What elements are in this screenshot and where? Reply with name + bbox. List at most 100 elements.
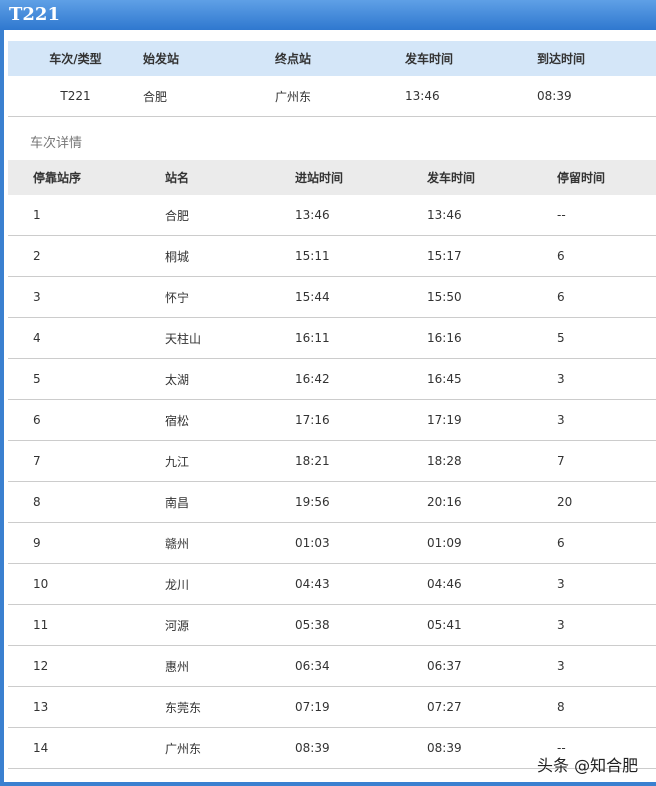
table-cell: 15:50 (427, 290, 462, 304)
table-cell: 19:56 (295, 495, 330, 509)
table-cell: 龙川 (165, 577, 190, 592)
section-label: 车次详情 (30, 136, 83, 151)
table-cell: 04:43 (295, 577, 330, 591)
table-cell: 14 (33, 741, 49, 755)
table-cell: 07:19 (295, 700, 330, 714)
table-cell: 东莞东 (165, 700, 202, 715)
table-row: 11 河源 05:38 05:41 3 (8, 605, 656, 646)
table-cell: 6 (33, 413, 41, 427)
summary-value-cell: 合肥 (143, 89, 168, 104)
table-row: 6 宿松 17:16 17:19 3 (8, 400, 656, 441)
table-row: 1 合肥 13:46 13:46 -- (8, 195, 656, 236)
details-header-cell: 进站时间 (295, 171, 344, 185)
details-header-cell: 站名 (165, 171, 190, 185)
table-cell: 17:19 (427, 413, 462, 427)
table-cell: 河源 (165, 618, 190, 633)
bottom-border (0, 782, 656, 786)
table-row: 8 南昌 19:56 20:16 20 (8, 482, 656, 523)
summary-row: T221 合肥 广州东 13:46 08:39 (8, 76, 656, 117)
table-cell: 20:16 (427, 495, 462, 509)
table-cell: 1 (33, 208, 41, 222)
table-cell: 5 (33, 372, 41, 386)
table-cell: 15:11 (295, 249, 330, 263)
details-header-cell: 停留时间 (557, 171, 606, 185)
table-cell: 8 (557, 700, 565, 714)
summary-header-cell: 车次/类型 (49, 52, 102, 66)
table-row: 3 怀宁 15:44 15:50 6 (8, 277, 656, 318)
table-row: 4 天柱山 16:11 16:16 5 (8, 318, 656, 359)
table-row: 12 惠州 06:34 06:37 3 (8, 646, 656, 687)
table-cell: 桐城 (165, 249, 190, 264)
table-cell: 3 (557, 659, 565, 673)
summary-header-cell: 始发站 (143, 52, 180, 66)
watermark: 头条 @知合肥 (537, 756, 639, 775)
summary-value-cell: 广州东 (275, 89, 312, 104)
table-cell: 07:27 (427, 700, 462, 714)
details-header: 停靠站序 站名 进站时间 发车时间 停留时间 (8, 160, 656, 195)
table-cell: 15:44 (295, 290, 330, 304)
table-cell: 南昌 (165, 495, 190, 510)
page-title: T221 (0, 0, 656, 30)
table-cell: 太湖 (165, 372, 190, 387)
table-cell: 13 (33, 700, 49, 714)
table-cell: 6 (557, 536, 565, 550)
summary-value-cell: T221 (60, 89, 91, 103)
summary-header: 车次/类型 始发站 终点站 发车时间 到达时间 (8, 41, 656, 76)
table-cell: 06:34 (295, 659, 330, 673)
table-cell: 01:09 (427, 536, 462, 550)
details-header-cell: 发车时间 (427, 171, 476, 185)
table-cell: 08:39 (427, 741, 462, 755)
details-header-cell: 停靠站序 (33, 171, 82, 185)
summary-header-cell: 终点站 (275, 52, 312, 66)
table-row: 5 太湖 16:42 16:45 3 (8, 359, 656, 400)
table-cell: 16:45 (427, 372, 462, 386)
table-cell: 3 (557, 413, 565, 427)
table-cell: 08:39 (295, 741, 330, 755)
table-cell: 3 (33, 290, 41, 304)
table-cell: 06:37 (427, 659, 462, 673)
table-cell: 05:41 (427, 618, 462, 632)
table-cell: 01:03 (295, 536, 330, 550)
table-cell: 3 (557, 577, 565, 591)
table-cell: 16:11 (295, 331, 330, 345)
table-cell: 10 (33, 577, 49, 591)
table-cell: 5 (557, 331, 565, 345)
table-cell: 惠州 (165, 659, 190, 674)
table-cell: 九江 (165, 454, 190, 469)
table-cell: 合肥 (165, 208, 190, 223)
table-cell: 6 (557, 290, 565, 304)
summary-value-cell: 08:39 (537, 89, 572, 103)
table-cell: 04:46 (427, 577, 462, 591)
table-cell: 怀宁 (165, 290, 190, 305)
table-cell: 宿松 (165, 413, 190, 428)
table-cell: 6 (557, 249, 565, 263)
table-cell: -- (557, 208, 566, 222)
table-cell: 16:16 (427, 331, 462, 345)
table-cell: 15:17 (427, 249, 462, 263)
table-row: 10 龙川 04:43 04:46 3 (8, 564, 656, 605)
table-cell: 3 (557, 618, 565, 632)
table-cell: 4 (33, 331, 41, 345)
table-cell: 20 (557, 495, 573, 509)
table-cell: 12 (33, 659, 49, 673)
table-cell: 05:38 (295, 618, 330, 632)
table-cell: 2 (33, 249, 41, 263)
table-row: 13 东莞东 07:19 07:27 8 (8, 687, 656, 728)
table-cell: 赣州 (165, 536, 190, 551)
table-cell: 18:28 (427, 454, 462, 468)
table-cell: 13:46 (427, 208, 462, 222)
summary-header-cell: 发车时间 (405, 52, 454, 66)
table-row: 7 九江 18:21 18:28 7 (8, 441, 656, 482)
table-cell: 13:46 (295, 208, 330, 222)
table-cell: 3 (557, 372, 565, 386)
table-cell: 7 (33, 454, 41, 468)
table-cell: 16:42 (295, 372, 330, 386)
table-row: 2 桐城 15:11 15:17 6 (8, 236, 656, 277)
table-cell: 8 (33, 495, 41, 509)
table-row: 9 赣州 01:03 01:09 6 (8, 523, 656, 564)
table-cell: 9 (33, 536, 41, 550)
table-cell: 18:21 (295, 454, 330, 468)
table-cell: 11 (33, 618, 49, 632)
table-cell: 17:16 (295, 413, 330, 427)
table-cell: 广州东 (165, 741, 202, 756)
